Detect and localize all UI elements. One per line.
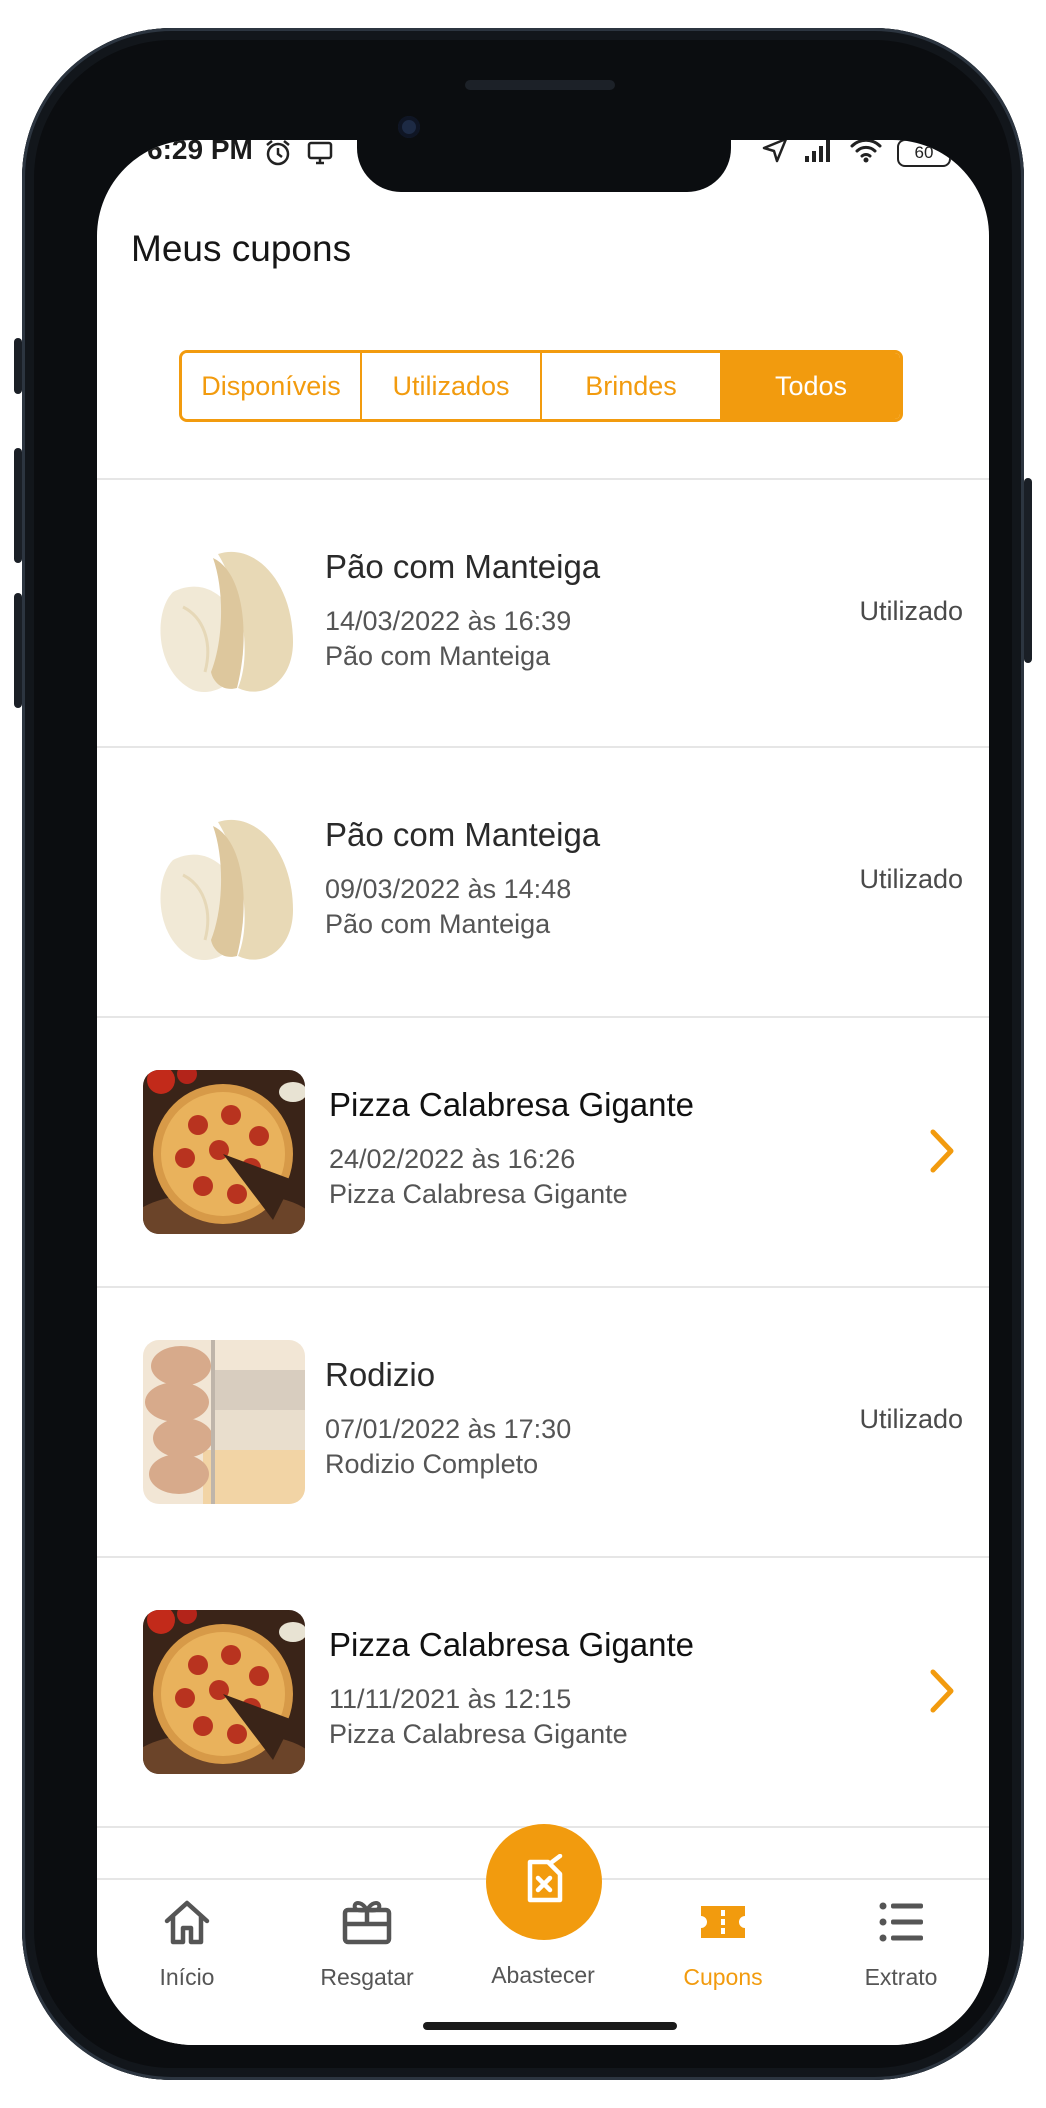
nav-cupons-label: Cupons [683,1964,763,1990]
status-time: 6:29 PM [147,140,253,165]
side-button-volume-up [14,448,22,563]
home-icon [159,1900,215,1955]
side-button-mute [14,338,22,394]
nav-inicio[interactable]: Início [117,1894,257,1991]
coupon-item[interactable]: Pizza Calabresa Gigante 11/11/2021 às 12… [97,1558,989,1828]
nav-extrato-label: Extrato [864,1964,938,1990]
pizza-image [143,1070,305,1234]
coupon-title: Pão com Manteiga [325,548,601,585]
list-icon [873,1902,929,1955]
signal-bars-icon [803,140,835,169]
coupon-status: Utilizado [859,864,963,894]
coupon-title: Pão com Manteiga [325,816,601,853]
coupon-list: Pão com Manteiga 14/03/2022 às 16:39 Pão… [97,478,989,1828]
gift-card-icon [339,1901,395,1955]
tab-utilizados[interactable]: Utilizados [362,353,542,419]
coupon-item[interactable]: Pizza Calabresa Gigante 24/02/2022 às 16… [97,1018,989,1288]
coupon-date: 09/03/2022 às 14:48 [325,874,572,904]
chevron-right-icon[interactable] [927,1126,957,1181]
coupon-description: Pão com Manteiga [325,909,551,939]
nav-cupons-tab[interactable]: Cupons [653,1894,793,1991]
app-screen: 6:29 PM 60 Meus cupons Disponíveis Utili… [97,140,989,2045]
tab-brindes[interactable]: Brindes [542,353,722,419]
ticket-icon [695,1906,751,1955]
bread-image [143,800,305,964]
page-title: Meus cupons [131,228,352,269]
bread-image [143,532,305,696]
home-indicator[interactable] [423,2022,677,2030]
tab-todos[interactable]: Todos [722,353,900,419]
coupon-date: 14/03/2022 às 16:39 [325,606,572,636]
chevron-right-icon[interactable] [927,1666,957,1721]
tab-disponiveis[interactable]: Disponíveis [182,353,362,419]
coupon-description: Pizza Calabresa Gigante [329,1719,628,1749]
coupon-item[interactable]: Rodizio 07/01/2022 às 17:30 Rodizio Comp… [97,1288,989,1558]
coupon-description: Rodizio Completo [325,1449,539,1479]
nav-resgatar[interactable]: Resgatar [297,1894,437,1991]
rodizio-image [143,1340,305,1504]
side-button-power [1024,478,1032,663]
coupon-status: Utilizado [859,1404,963,1434]
coupon-filter-tabs: Disponíveis Utilizados Brindes Todos [179,350,903,422]
coupon-title: Pizza Calabresa Gigante [329,1086,695,1123]
nav-abastecer-button[interactable] [486,1824,602,1940]
coupon-title: Rodizio [325,1356,436,1393]
coupon-date: 07/01/2022 às 17:30 [325,1414,572,1444]
coupon-description: Pão com Manteiga [325,641,551,671]
coupon-status: Utilizado [859,596,963,626]
status-bar: 6:29 PM 60 [97,140,989,240]
coupon-date: 11/11/2021 às 12:15 [329,1684,572,1714]
coupon-title: Pizza Calabresa Gigante [329,1626,695,1663]
pizza-image [143,1610,305,1774]
wifi-icon [849,140,883,169]
fuel-can-icon [518,1853,570,1911]
alarm-icon [263,140,293,173]
location-arrow-icon [761,140,789,169]
phone-frame: 6:29 PM 60 Meus cupons Disponíveis Utili… [14,28,1032,2080]
nav-inicio-label: Início [159,1964,215,1990]
cast-screen-icon [305,140,335,173]
nav-resgatar-label: Resgatar [320,1964,414,1990]
nav-extrato[interactable]: Extrato [831,1894,971,1991]
front-camera [398,116,420,138]
earpiece-speaker [465,80,615,90]
battery-indicator: 60 [897,140,957,167]
coupon-date: 24/02/2022 às 16:26 [329,1144,576,1174]
coupon-description: Pizza Calabresa Gigante [329,1179,628,1209]
coupon-item[interactable]: Pão com Manteiga 14/03/2022 às 16:39 Pão… [97,478,989,748]
bottom-navigation: Início Resgatar Abastecer Cupons Extrato [97,1824,989,2045]
nav-abastecer-label[interactable]: Abastecer [473,1962,613,1989]
coupon-item[interactable]: Pão com Manteiga 09/03/2022 às 14:48 Pão… [97,748,989,1018]
side-button-volume-down [14,593,22,708]
